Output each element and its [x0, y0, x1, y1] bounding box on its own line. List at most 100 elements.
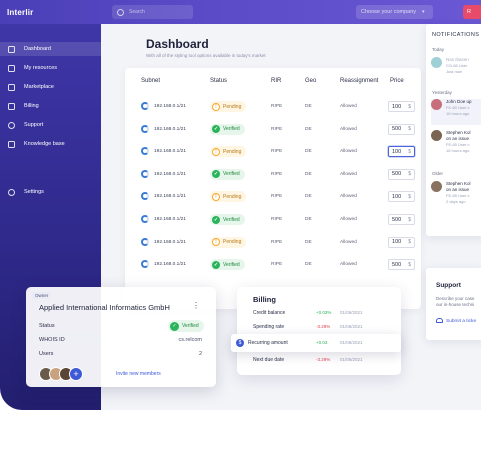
owner-card: Owner Applied International Informatics … — [26, 287, 216, 387]
status-badge: ✓ Verified — [210, 214, 245, 225]
alert-icon: ! — [212, 238, 220, 247]
user-menu-button[interactable]: R — [463, 5, 481, 19]
cell-rir: RIPE — [271, 104, 283, 109]
table-row[interactable]: 192.168.0.1/21 ✓ Verified RIPE DE Allowed 500 $ — [125, 254, 421, 276]
sidebar-item-dashboard[interactable]: Dashboard — [0, 42, 101, 56]
card-icon — [8, 102, 15, 110]
invite-members-link[interactable]: Invite new members — [116, 371, 161, 377]
alert-icon: ! — [212, 102, 220, 111]
cell-subnet: 192.168.0.1/21 — [154, 217, 187, 222]
sidebar-item-settings[interactable]: Settings — [0, 185, 101, 199]
cell-reassignment: Allowed — [340, 104, 357, 109]
member-avatars: + — [39, 367, 83, 381]
sidebar-item-support[interactable]: Support — [0, 118, 101, 132]
notification-item[interactable]: Nas Ibasen CG-66 User Just now — [431, 57, 481, 79]
table-row[interactable]: 192.168.0.1/21 ! Pending RIPE DE Allowed 100 $ — [125, 232, 421, 254]
check-icon: ✓ — [170, 321, 179, 331]
sidebar-item-label: Support — [24, 122, 44, 128]
column-header-subnet[interactable]: Subnet — [141, 78, 160, 84]
check-icon: ✓ — [212, 170, 220, 179]
notification-item[interactable]: Stephen Kol on an issue FE-65 User c 2 d… — [431, 181, 481, 211]
cell-rir: RIPE — [271, 126, 283, 132]
column-header-price[interactable]: Price — [390, 78, 404, 84]
table-row[interactable]: 192.168.0.1/21 ! Pending RIPE DE Allowed 100 $ — [125, 96, 421, 118]
sidebar-item-my-resources[interactable]: My resources — [0, 61, 101, 75]
billing-row: Credit balance +0.03% 01/06/2021 — [253, 310, 363, 316]
price-input[interactable]: 500 $ — [388, 168, 415, 180]
support-title: Support — [436, 282, 461, 289]
sidebar-item-label: Settings — [24, 189, 44, 195]
cell-geo: DE — [305, 217, 312, 222]
cart-icon — [8, 83, 15, 91]
table-row[interactable]: 192.168.0.1/21 ! Pending RIPE DE Allowed 100 $ — [125, 186, 421, 208]
sidebar-item-marketplace[interactable]: Marketplace — [0, 80, 101, 94]
chevron-down-icon: ▾ — [422, 9, 425, 15]
billing-row: Spending rate -3.29% 01/06/2021 — [253, 324, 363, 330]
table-row[interactable]: 192.168.0.1/21 ✓ Verified RIPE DE Allowed 500 $ — [125, 164, 421, 186]
users-value: 2 — [198, 351, 202, 357]
price-input[interactable]: 100 $ — [388, 146, 415, 158]
notification-group-label: Older — [432, 171, 444, 176]
search-icon — [117, 8, 124, 16]
check-icon: ✓ — [212, 260, 220, 269]
alert-icon: ! — [212, 192, 220, 201]
company-select-label: Choose your company — [361, 9, 417, 15]
sidebar-item-knowledge-base[interactable]: Knowledge base — [0, 137, 101, 151]
cell-reassignment: Allowed — [340, 262, 357, 268]
lifebuoy-icon — [8, 121, 15, 129]
sidebar-item-billing[interactable]: Billing — [0, 99, 101, 113]
notifications-panel: NOTIFICATIONS Today Nas Ibasen CG-66 Use… — [426, 24, 481, 236]
dollar-icon: $ — [236, 339, 244, 347]
cell-subnet: 192.168.0.1/21 — [154, 149, 187, 155]
price-input[interactable]: 100 $ — [388, 101, 415, 112]
add-member-button[interactable]: + — [69, 367, 83, 381]
submit-ticket-link[interactable]: Submit a ticke — [436, 318, 476, 324]
cell-geo: DE — [305, 194, 312, 200]
cell-reassignment: Allowed — [340, 217, 357, 222]
column-header-geo[interactable]: Geo — [305, 78, 316, 84]
table-row[interactable]: 192.168.0.1/21 ✓ Verified RIPE DE Allowed 500 $ — [125, 209, 421, 231]
cell-rir: RIPE — [271, 149, 283, 155]
sidebar-item-label: Billing — [24, 103, 39, 109]
cell-rir: RIPE — [271, 262, 283, 268]
brand-logo[interactable]: Interlir — [7, 8, 34, 17]
subnet-progress-icon — [141, 147, 149, 156]
cell-geo: DE — [305, 171, 312, 177]
search-placeholder: Search — [129, 9, 145, 15]
cell-rir: RIPE — [271, 194, 283, 200]
status-badge: ✓ Verified — [210, 123, 245, 135]
cell-geo: DE — [305, 126, 312, 132]
cell-subnet: 192.168.0.1/21 — [154, 126, 187, 132]
search-input[interactable]: Search — [112, 5, 193, 19]
subnet-progress-icon — [141, 124, 149, 133]
server-icon — [8, 64, 15, 72]
price-input[interactable]: 500 $ — [388, 259, 415, 271]
notification-item[interactable]: John Doe up FK-60 User c 16 hours ago — [431, 99, 481, 125]
support-description: Describe your case our in-house techni — [436, 296, 475, 307]
alert-icon: ! — [212, 147, 220, 156]
company-select[interactable]: Choose your company ▾ — [356, 5, 433, 19]
recurring-amount-row[interactable]: $ Recurring amount +0.03 01/06/2021 — [231, 334, 401, 352]
subnet-progress-icon — [141, 260, 149, 269]
users-label: Users — [39, 351, 54, 357]
column-header-status[interactable]: Status — [210, 78, 227, 84]
status-badge: ! Pending — [210, 146, 247, 158]
price-input[interactable]: 500 $ — [388, 123, 415, 135]
headset-icon — [436, 318, 443, 323]
column-header-reassignment[interactable]: Reassignment — [340, 78, 378, 84]
cell-rir: RIPE — [271, 217, 283, 222]
table-row[interactable]: 192.168.0.1/21 ! Pending RIPE DE Allowed 100 $ — [125, 141, 421, 163]
cell-geo: DE — [305, 239, 312, 245]
price-input[interactable]: 100 $ — [388, 236, 415, 248]
notification-group-label: Today — [432, 47, 445, 52]
status-badge: ✓ Verified — [210, 259, 245, 271]
column-header-rir[interactable]: RIR — [271, 78, 281, 84]
price-input[interactable]: 100 $ — [388, 191, 415, 203]
notification-text: John Doe up FK-60 User c 16 hours ago — [446, 99, 472, 116]
table-row[interactable]: 192.168.0.1/21 ✓ Verified RIPE DE Allowed 500 $ — [125, 119, 421, 141]
status-badge: ! Pending — [210, 101, 247, 112]
price-input[interactable]: 500 $ — [388, 214, 415, 225]
cell-subnet: 192.168.0.1/21 — [154, 239, 187, 245]
notification-item[interactable]: Stephen Kol on an issue FE-65 User c 16 … — [431, 130, 481, 160]
more-options-icon[interactable]: ⋮ — [192, 301, 200, 310]
